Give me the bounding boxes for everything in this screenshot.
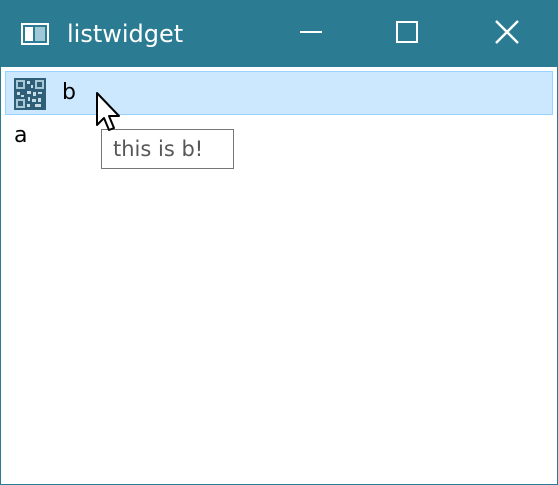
- main-window: listwidget b a this is b!: [0, 0, 558, 485]
- title-bar[interactable]: listwidget: [1, 1, 557, 67]
- list-item-a[interactable]: a: [5, 119, 553, 151]
- minimize-button[interactable]: [265, 1, 357, 67]
- maximize-icon: [395, 20, 419, 48]
- app-window-icon: [21, 23, 49, 45]
- close-button[interactable]: [461, 1, 553, 67]
- minimize-icon: [299, 20, 323, 48]
- list-item-label: a: [14, 123, 28, 148]
- list-item-b[interactable]: b: [5, 71, 553, 115]
- mouse-pointer-icon: [95, 91, 125, 135]
- close-icon: [494, 19, 520, 49]
- qr-code-icon: [14, 78, 46, 110]
- list-widget[interactable]: b a: [5, 69, 553, 481]
- list-item-label: b: [62, 80, 76, 105]
- maximize-button[interactable]: [361, 1, 453, 67]
- window-title: listwidget: [67, 20, 184, 48]
